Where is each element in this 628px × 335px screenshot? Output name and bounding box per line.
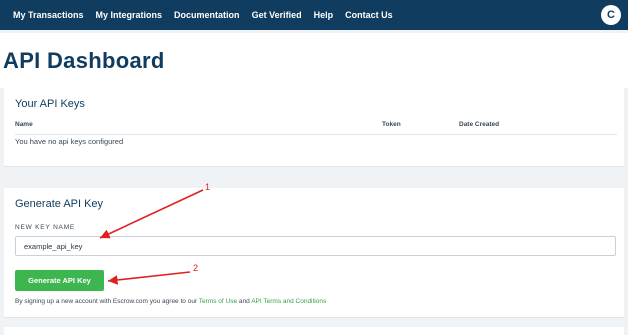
column-header-token: Token	[382, 121, 401, 128]
api-terms-link[interactable]: API Terms and Conditions	[251, 298, 326, 305]
generate-api-key-button[interactable]: Generate API Key	[15, 270, 104, 291]
new-key-name-label: NEW KEY NAME	[15, 224, 76, 231]
nav-documentation[interactable]: Documentation	[174, 10, 240, 20]
generate-key-card: Generate API Key NEW KEY NAME Generate A…	[4, 188, 624, 318]
nav-contact-us[interactable]: Contact Us	[345, 10, 393, 20]
column-header-date-created: Date Created	[459, 121, 500, 128]
terms-of-use-link[interactable]: Terms of Use	[199, 298, 237, 305]
disclaimer-and-text: and	[237, 298, 252, 305]
page-header: API Dashboard	[0, 33, 628, 88]
nav-my-integrations[interactable]: My Integrations	[96, 10, 163, 20]
top-navigation-bar: My Transactions My Integrations Document…	[0, 0, 628, 30]
table-divider	[15, 134, 617, 135]
nav-my-transactions[interactable]: My Transactions	[13, 10, 84, 20]
new-key-name-input[interactable]	[15, 236, 616, 256]
nav-get-verified[interactable]: Get Verified	[252, 10, 302, 20]
nav-help[interactable]: Help	[314, 10, 334, 20]
bottom-card-edge	[4, 327, 624, 335]
page-title: API Dashboard	[3, 48, 165, 73]
api-keys-title: Your API Keys	[15, 98, 85, 110]
column-header-name: Name	[15, 121, 33, 128]
api-keys-card: Your API Keys Name Token Date Created Yo…	[4, 88, 624, 167]
disclaimer-text: By signing up a new account with Escrow.…	[15, 298, 199, 305]
terms-disclaimer: By signing up a new account with Escrow.…	[15, 298, 326, 305]
generate-key-title: Generate API Key	[15, 198, 104, 210]
user-avatar[interactable]: C	[601, 5, 621, 25]
empty-keys-message: You have no api keys configured	[15, 137, 124, 146]
